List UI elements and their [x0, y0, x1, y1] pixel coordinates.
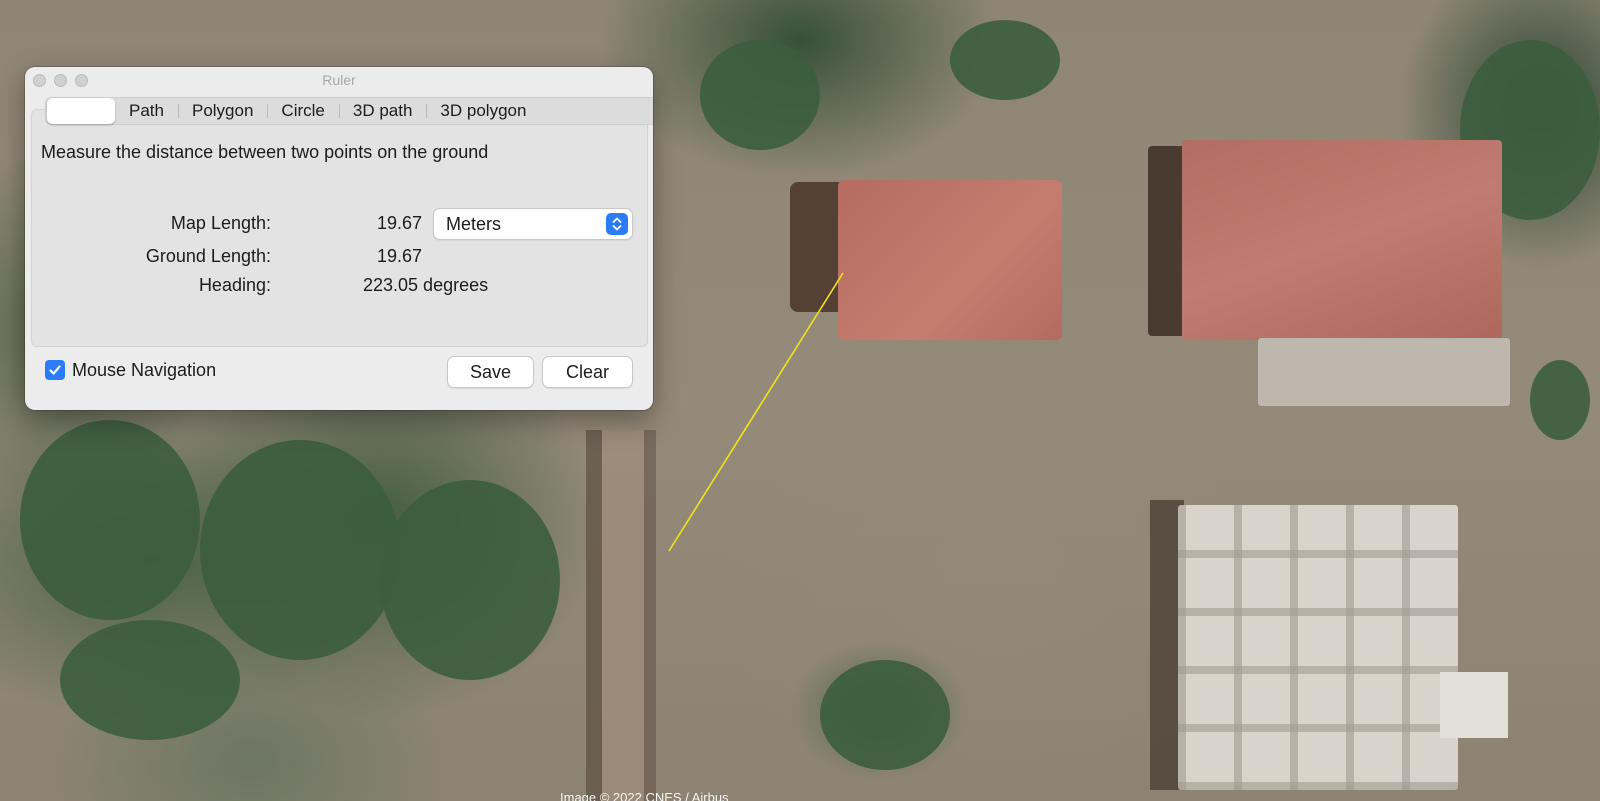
ruler-description: Measure the distance between two points … [41, 142, 489, 162]
map-copyright: Image © 2022 CNES / Airbus [560, 790, 729, 801]
map-length-value: 19.67 [377, 213, 423, 233]
tab-bar: Path Polygon Circle 3D path 3D polygon [45, 97, 653, 125]
heading-value: 223.05 degrees [363, 275, 489, 295]
tab-circle[interactable]: Circle [267, 98, 338, 124]
map-length-label: Map Length: [170, 213, 271, 233]
ground-length-value: 19.67 [377, 246, 423, 266]
tab-polygon[interactable]: Polygon [177, 98, 267, 124]
mouse-navigation-checkbox[interactable] [45, 360, 65, 380]
measure-line[interactable] [668, 272, 844, 552]
ruler-window[interactable]: Ruler Path Polygon Circle 3D path 3D pol… [25, 67, 653, 410]
unit-select-value: Meters [446, 213, 502, 234]
tab-3d-path[interactable]: 3D path [338, 98, 427, 124]
heading-label: Heading: [198, 275, 271, 295]
tab-path[interactable]: Path [115, 98, 178, 124]
ground-length-label: Ground Length: [145, 246, 271, 266]
title-bar[interactable]: Ruler [25, 67, 653, 93]
chevron-up-down-icon [606, 213, 628, 235]
clear-button[interactable]: Clear [543, 357, 632, 387]
save-button[interactable]: Save [448, 357, 533, 387]
tab-line[interactable] [47, 98, 115, 124]
window-title: Ruler [322, 72, 356, 88]
unit-select[interactable]: Meters [434, 209, 632, 239]
checkmark-icon [49, 365, 61, 375]
tab-3d-polygon[interactable]: 3D polygon [426, 98, 540, 124]
mouse-navigation-label[interactable]: Mouse Navigation [72, 360, 216, 381]
